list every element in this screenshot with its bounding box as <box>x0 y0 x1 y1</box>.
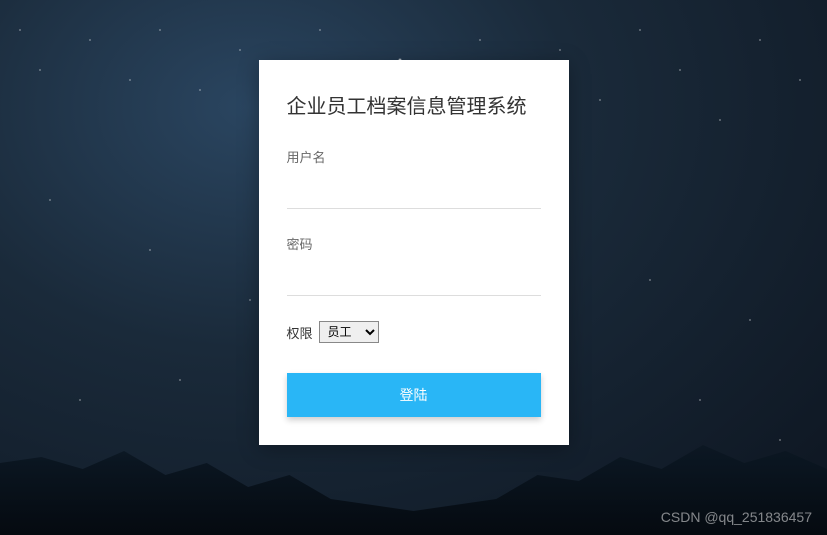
username-group: 用户名 <box>287 147 541 209</box>
watermark: CSDN @qq_251836457 <box>661 509 812 525</box>
role-group: 权限 员工 <box>287 321 541 343</box>
login-card: 企业员工档案信息管理系统 用户名 密码 权限 员工 登陆 <box>259 60 569 445</box>
password-input[interactable] <box>287 263 541 296</box>
password-label: 密码 <box>287 234 541 253</box>
role-select[interactable]: 员工 <box>319 321 379 343</box>
password-group: 密码 <box>287 234 541 296</box>
login-title: 企业员工档案信息管理系统 <box>287 90 541 119</box>
username-label: 用户名 <box>287 147 541 166</box>
username-input[interactable] <box>287 176 541 209</box>
role-label: 权限 <box>287 323 313 342</box>
login-button[interactable]: 登陆 <box>287 373 541 417</box>
